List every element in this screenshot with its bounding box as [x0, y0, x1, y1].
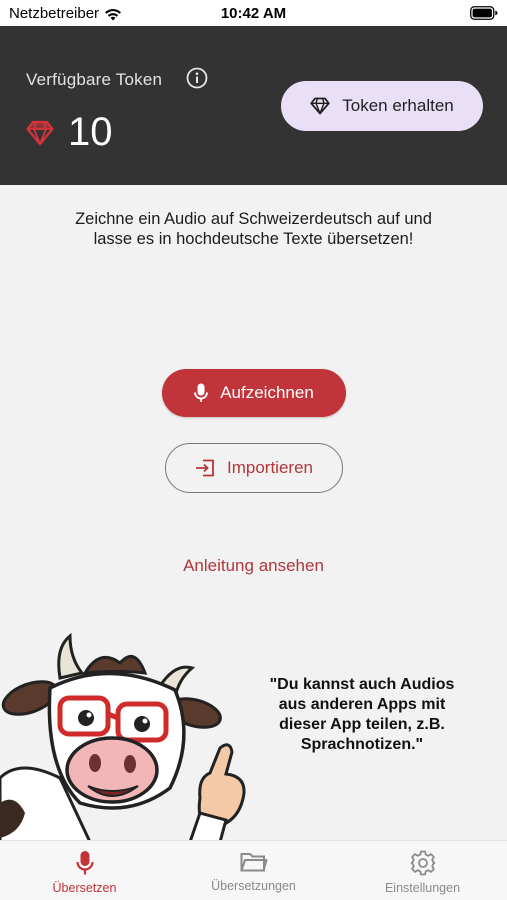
record-label: Aufzeichnen — [220, 383, 314, 402]
intro-text: Zeichne ein Audio auf Schweizerdeutsch a… — [75, 210, 432, 248]
import-icon — [196, 459, 214, 477]
app-screen: Netzbetreiber 10:42 AM Verfügbare Token — [0, 0, 507, 900]
tab-translations[interactable]: Übersetzungen — [169, 841, 338, 900]
folder-icon — [240, 853, 267, 872]
gem-icon — [310, 97, 330, 115]
guide-link[interactable]: Anleitung ansehen — [0, 556, 507, 576]
cow-mascot-illustration — [0, 632, 246, 842]
microphone-icon — [194, 383, 209, 402]
gem-icon — [26, 120, 54, 145]
import-label: Importieren — [227, 458, 313, 477]
microphone-icon — [75, 851, 94, 875]
token-count-row: 10 — [26, 110, 113, 155]
status-bar: Netzbetreiber 10:42 AM — [0, 0, 507, 26]
token-count: 10 — [68, 110, 113, 154]
tab-translations-label: Übersetzungen — [211, 879, 296, 893]
get-token-label: Token erhalten — [342, 96, 454, 115]
tab-settings[interactable]: Einstellungen — [338, 841, 507, 900]
tab-settings-label: Einstellungen — [384, 881, 461, 895]
import-button[interactable]: Importieren — [165, 443, 343, 493]
tab-bar: Übersetzen Übersetzungen Einstellungen — [0, 840, 507, 900]
battery-icon — [470, 6, 498, 20]
info-icon[interactable] — [186, 67, 208, 89]
tab-translate[interactable]: Übersetzen — [0, 841, 169, 900]
tab-translate-label: Übersetzen — [52, 881, 117, 895]
clock: 10:42 AM — [220, 5, 287, 22]
token-label: Verfügbare Token — [26, 70, 163, 89]
tip-quote: "Du kannst auch Audios aus anderen Apps … — [269, 676, 455, 753]
token-header: Verfügbare Token 10 Token erhalten — [0, 26, 507, 185]
get-token-button[interactable]: Token erhalten — [281, 81, 483, 131]
gear-icon — [410, 850, 435, 876]
record-button[interactable]: Aufzeichnen — [162, 369, 346, 417]
